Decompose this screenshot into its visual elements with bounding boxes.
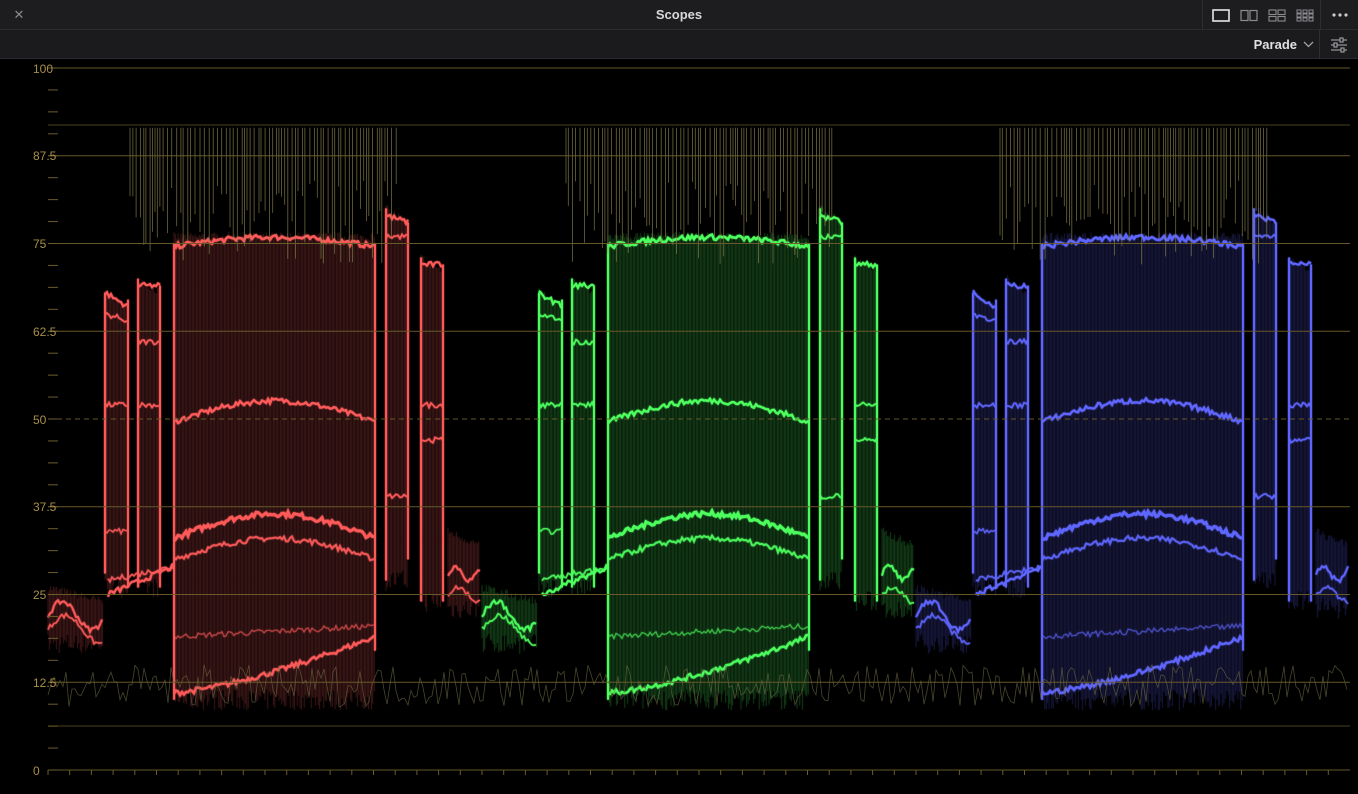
multi-layout-icon bbox=[1296, 9, 1314, 21]
close-icon[interactable]: ✕ bbox=[10, 6, 28, 24]
blue-band bbox=[1288, 260, 1312, 266]
single-layout-icon bbox=[1212, 8, 1230, 22]
quad-layout-icon bbox=[1268, 8, 1286, 22]
blue-band bbox=[1041, 622, 1243, 640]
chevron-down-icon bbox=[1303, 41, 1314, 48]
dual-layout-button[interactable] bbox=[1235, 0, 1263, 30]
scale-labels: 100 87.5 75 62.5 50 37.5 25 12.5 0 bbox=[33, 62, 57, 778]
scale-label-50: 50 bbox=[33, 413, 47, 427]
green-band bbox=[606, 233, 809, 250]
red-band bbox=[173, 534, 375, 562]
scale-label-25: 25 bbox=[33, 588, 47, 602]
red-band bbox=[137, 281, 161, 289]
blue-band bbox=[1041, 534, 1243, 562]
blue-band bbox=[1041, 508, 1243, 542]
title-bar: ✕ Scopes bbox=[0, 0, 1358, 30]
scale-label-100: 100 bbox=[33, 62, 53, 76]
red-band bbox=[172, 507, 375, 543]
green-fill bbox=[481, 205, 914, 711]
red-fill bbox=[47, 205, 480, 711]
scopes-window: ✕ Scopes Parade 100 87.5 75 62.5 50 37.5… bbox=[0, 0, 1358, 794]
blue-band bbox=[1005, 281, 1029, 290]
scale-label-87-5: 87.5 bbox=[33, 149, 57, 163]
more-options-button[interactable] bbox=[1320, 0, 1358, 30]
layout-switcher bbox=[1202, 0, 1319, 30]
parade-scope: 100 87.5 75 62.5 50 37.5 25 12.5 0 bbox=[0, 59, 1358, 794]
dual-layout-icon bbox=[1240, 9, 1258, 21]
blue-channel-trace bbox=[915, 207, 1349, 711]
blue-band bbox=[1315, 564, 1349, 584]
scope-type-label: Parade bbox=[1253, 37, 1297, 52]
scale-label-62-5: 62.5 bbox=[33, 325, 57, 339]
scope-type-dropdown[interactable]: Parade bbox=[1254, 30, 1314, 59]
scale-label-12-5: 12.5 bbox=[33, 676, 57, 690]
scale-label-75: 75 bbox=[33, 237, 47, 251]
green-band bbox=[607, 622, 809, 641]
blue-fill bbox=[915, 207, 1348, 711]
window-title: Scopes bbox=[655, 7, 703, 22]
green-band bbox=[607, 507, 810, 540]
green-channel-trace bbox=[481, 205, 915, 711]
multi-layout-button[interactable] bbox=[1291, 0, 1319, 30]
sliders-icon bbox=[1331, 36, 1347, 53]
red-band bbox=[447, 564, 481, 584]
quad-layout-button[interactable] bbox=[1263, 0, 1291, 30]
more-icon bbox=[1332, 13, 1348, 17]
green-band bbox=[607, 533, 809, 561]
red-channel-trace bbox=[47, 205, 481, 711]
scope-toolbar: Parade bbox=[0, 30, 1358, 59]
green-band bbox=[881, 585, 915, 605]
green-band bbox=[607, 396, 809, 425]
scale-label-0: 0 bbox=[33, 764, 40, 778]
scale-label-37-5: 37.5 bbox=[33, 500, 57, 514]
parade-graph: 100 87.5 75 62.5 50 37.5 25 12.5 0 bbox=[33, 62, 1350, 778]
green-band bbox=[881, 563, 915, 584]
scope-settings-button[interactable] bbox=[1319, 30, 1358, 59]
single-layout-button[interactable] bbox=[1207, 0, 1235, 30]
red-band bbox=[173, 623, 375, 640]
red-band bbox=[420, 260, 444, 269]
